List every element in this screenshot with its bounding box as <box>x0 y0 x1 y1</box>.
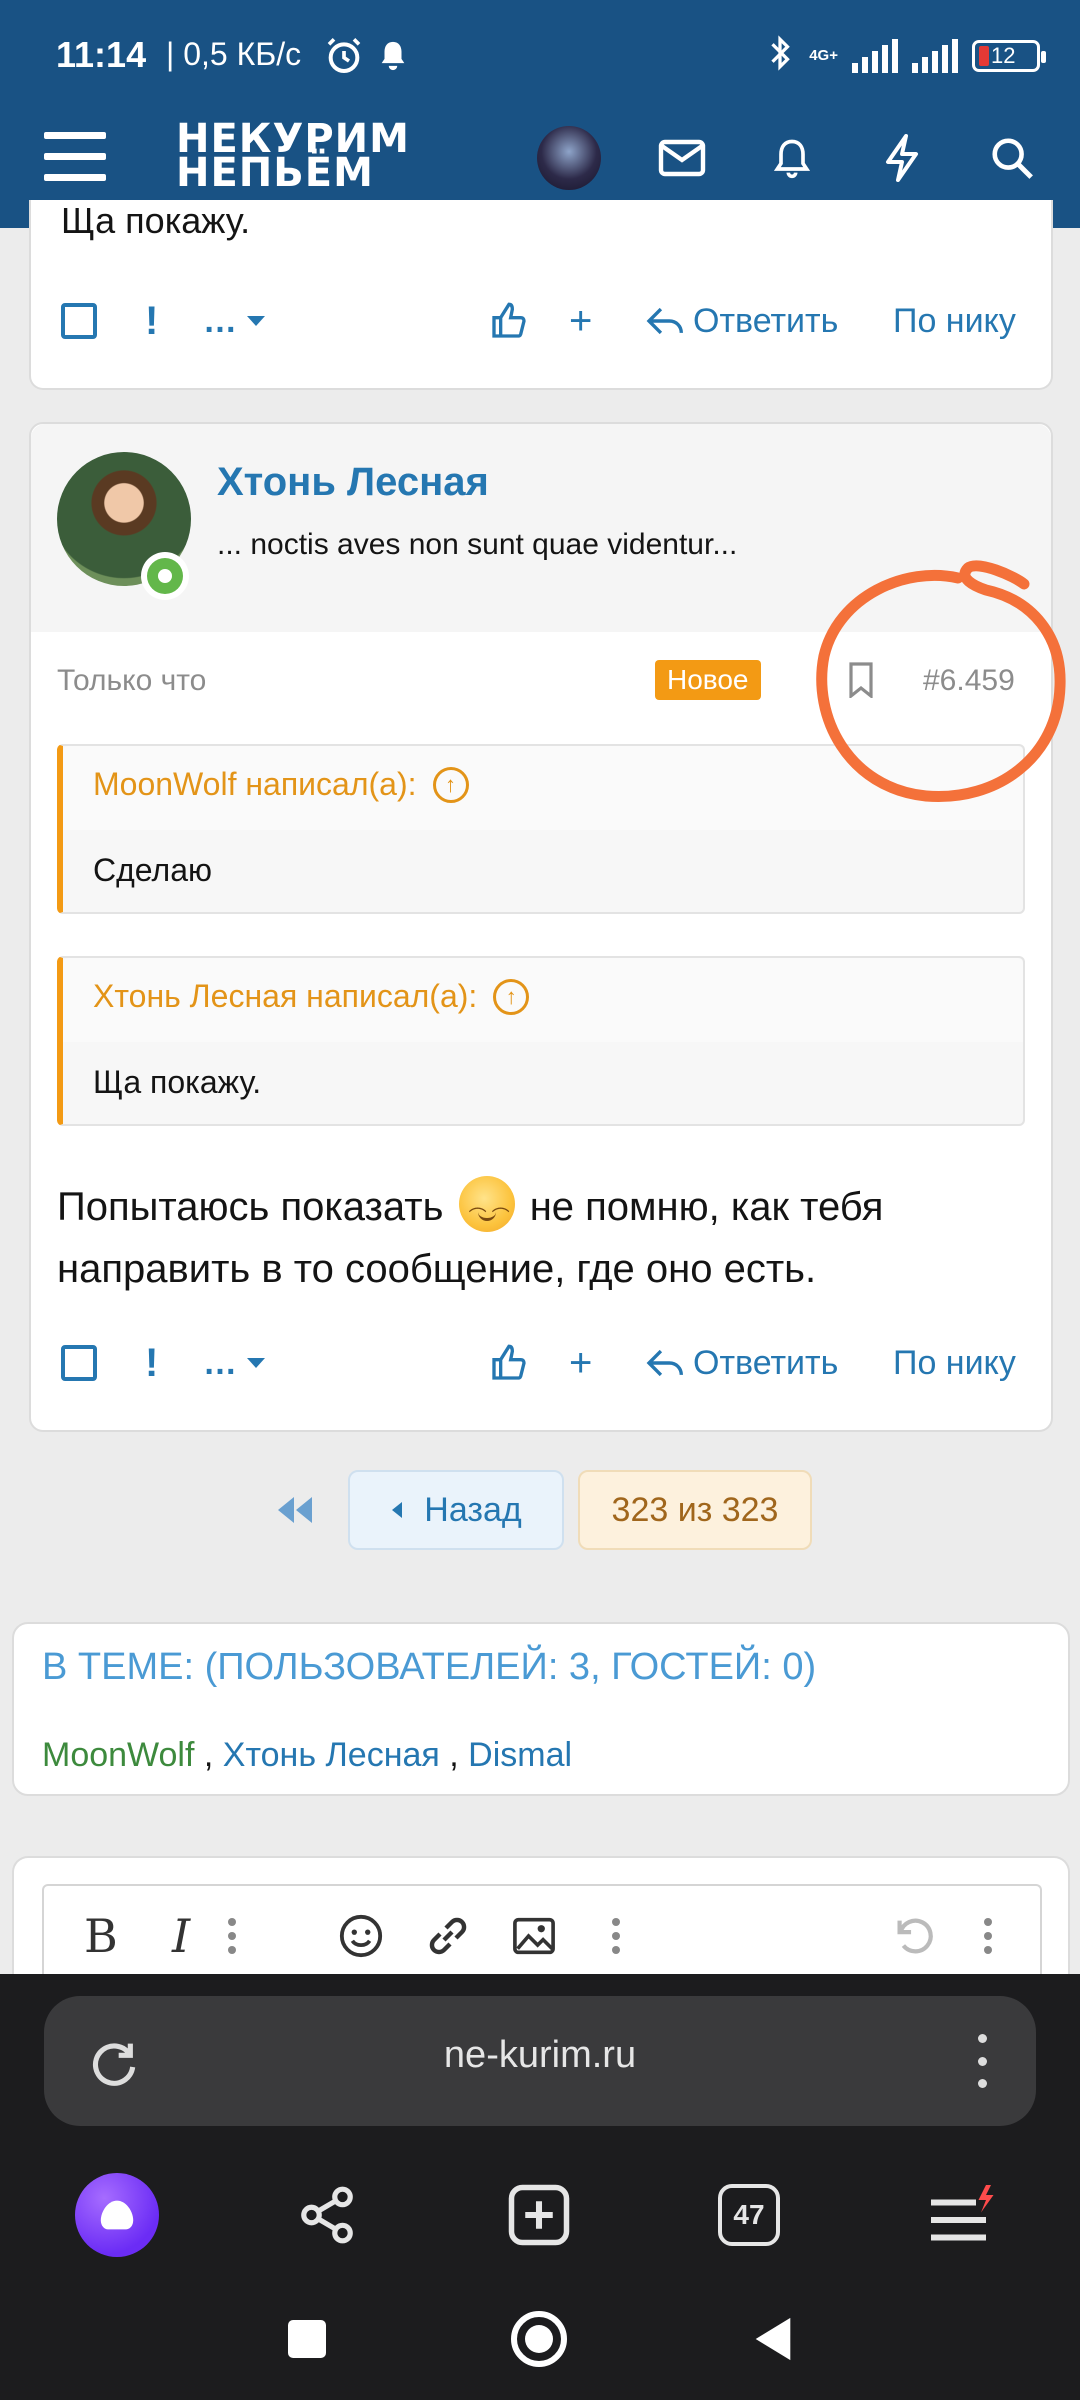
quote-text: Сделаю <box>93 852 212 888</box>
thread-viewers-title: В ТЕМЕ: (ПОЛЬЗОВАТЕЛЕЙ: 3, ГОСТЕЙ: 0) <box>42 1646 817 1688</box>
home-button[interactable] <box>504 2304 574 2374</box>
new-badge: Новое <box>655 660 761 700</box>
by-nick-button[interactable]: По нику <box>893 1328 1016 1398</box>
post-author-title: ... noctis aves non sunt quae videntur..… <box>217 528 738 561</box>
bluetooth-icon <box>765 34 795 77</box>
select-checkbox[interactable] <box>61 1345 97 1381</box>
select-checkbox[interactable] <box>61 303 97 339</box>
more-options-icon[interactable] <box>222 1906 242 1966</box>
browser-menu-icon[interactable] <box>978 2034 990 2088</box>
link-icon[interactable] <box>424 1906 472 1966</box>
alice-assistant-button[interactable] <box>72 2170 162 2260</box>
back-nav-button[interactable] <box>738 2304 808 2374</box>
battery-icon: 12 <box>972 39 1046 72</box>
browser-feed-menu-icon[interactable] <box>916 2170 1006 2260</box>
by-nick-button[interactable]: По нику <box>893 286 1016 356</box>
more-menu-button[interactable]: … <box>203 286 267 356</box>
previous-post: Ща покажу. ! … + Ответить По нику <box>29 200 1053 390</box>
user-link[interactable]: MoonWolf <box>42 1736 194 1774</box>
report-icon[interactable]: ! <box>145 1328 158 1398</box>
editor-toolbar: B I <box>42 1884 1042 1984</box>
notification-bell-status-icon <box>376 38 410 79</box>
alarm-icon <box>324 36 364 81</box>
page-indicator[interactable]: 323 из 323 <box>578 1470 812 1550</box>
more-menu-button[interactable]: … <box>203 1328 267 1398</box>
tabs-count: 47 <box>718 2184 780 2246</box>
go-to-quote-icon[interactable]: ↑ <box>432 766 469 803</box>
post-text-cut: Ща покажу. <box>61 200 251 241</box>
quote-author[interactable]: MoonWolf написал(а): <box>93 766 417 803</box>
user-avatar[interactable] <box>537 126 601 190</box>
new-tab-icon[interactable] <box>494 2170 584 2260</box>
post-date[interactable]: Только что <box>57 664 206 698</box>
post-author-name[interactable]: Хтонь Лесная <box>217 460 489 505</box>
online-status-icon <box>141 552 189 600</box>
go-to-quote-icon[interactable]: ↑ <box>493 978 530 1015</box>
alerts-bell-icon[interactable] <box>762 128 822 188</box>
add-button[interactable]: + <box>569 1328 592 1398</box>
address-bar[interactable]: ne-kurim.ru <box>44 1996 1036 2126</box>
post-body: Попытаюсь показать не помню, как тебя на… <box>57 1176 1037 1300</box>
reply-button[interactable]: Ответить <box>645 286 838 356</box>
undo-icon[interactable] <box>890 1906 936 1966</box>
back-button[interactable]: Назад <box>348 1470 564 1550</box>
emoji-icon[interactable] <box>338 1906 384 1966</box>
thread-viewers: В ТЕМЕ: (ПОЛЬЗОВАТЕЛЕЙ: 3, ГОСТЕЙ: 0) Mo… <box>12 1622 1070 1796</box>
smile-emoji-icon <box>458 1176 515 1248</box>
image-icon[interactable] <box>512 1906 556 1966</box>
post-actions: ! … + Ответить По нику <box>31 286 1055 356</box>
quote-author[interactable]: Хтонь Лесная написал(а): <box>93 978 477 1015</box>
bold-button[interactable]: B <box>84 1906 118 1966</box>
status-bar: 11:14 | 0,5 КБ/с 4G+ 12 <box>0 0 1080 112</box>
user-link[interactable]: Хтонь Лесная <box>223 1736 440 1774</box>
inbox-icon[interactable] <box>652 128 712 188</box>
reply-button[interactable]: Ответить <box>645 1328 838 1398</box>
thread-viewers-list: MoonWolf , Хтонь Лесная , Dismal <box>42 1736 573 1774</box>
search-icon[interactable] <box>982 128 1042 188</box>
share-icon[interactable] <box>282 2170 372 2260</box>
url-text[interactable]: ne-kurim.ru <box>44 2034 1036 2077</box>
like-icon[interactable] <box>489 286 529 356</box>
lightning-icon[interactable] <box>872 128 932 188</box>
browser-bottom-bar: ne-kurim.ru 47 <box>0 1974 1080 2400</box>
status-time: 11:14 <box>56 34 147 75</box>
quote-block: Хтонь Лесная написал(а): ↑ Ща покажу. <box>57 956 1025 1126</box>
more-options-icon[interactable] <box>978 1906 998 1966</box>
signal-icon-2 <box>912 38 958 73</box>
annotation-circle <box>816 560 1066 803</box>
recent-apps-button[interactable] <box>272 2304 342 2374</box>
signal-icon <box>852 38 898 73</box>
italic-button[interactable]: I <box>172 1906 190 1966</box>
like-icon[interactable] <box>489 1328 529 1398</box>
menu-button[interactable] <box>44 132 106 182</box>
report-icon[interactable]: ! <box>145 286 158 356</box>
reply-editor: B I <box>12 1856 1070 1984</box>
site-logo[interactable]: НЕКУРИМ НЕПЬЁМ <box>176 119 410 193</box>
tabs-button[interactable]: 47 <box>704 2170 794 2260</box>
status-speed: | 0,5 КБ/с <box>166 36 302 72</box>
app-header: 11:14 | 0,5 КБ/с 4G+ 12 НЕКУРИМ НЕПЬЁМ <box>0 0 1080 228</box>
add-button[interactable]: + <box>569 286 592 356</box>
post-actions: ! … + Ответить По нику <box>31 1328 1055 1398</box>
network-type: 4G+ <box>809 46 838 64</box>
first-page-icon[interactable] <box>274 1470 324 1550</box>
quote-text: Ща покажу. <box>93 1064 262 1100</box>
user-link[interactable]: Dismal <box>468 1736 572 1774</box>
more-options-icon[interactable] <box>606 1906 626 1966</box>
